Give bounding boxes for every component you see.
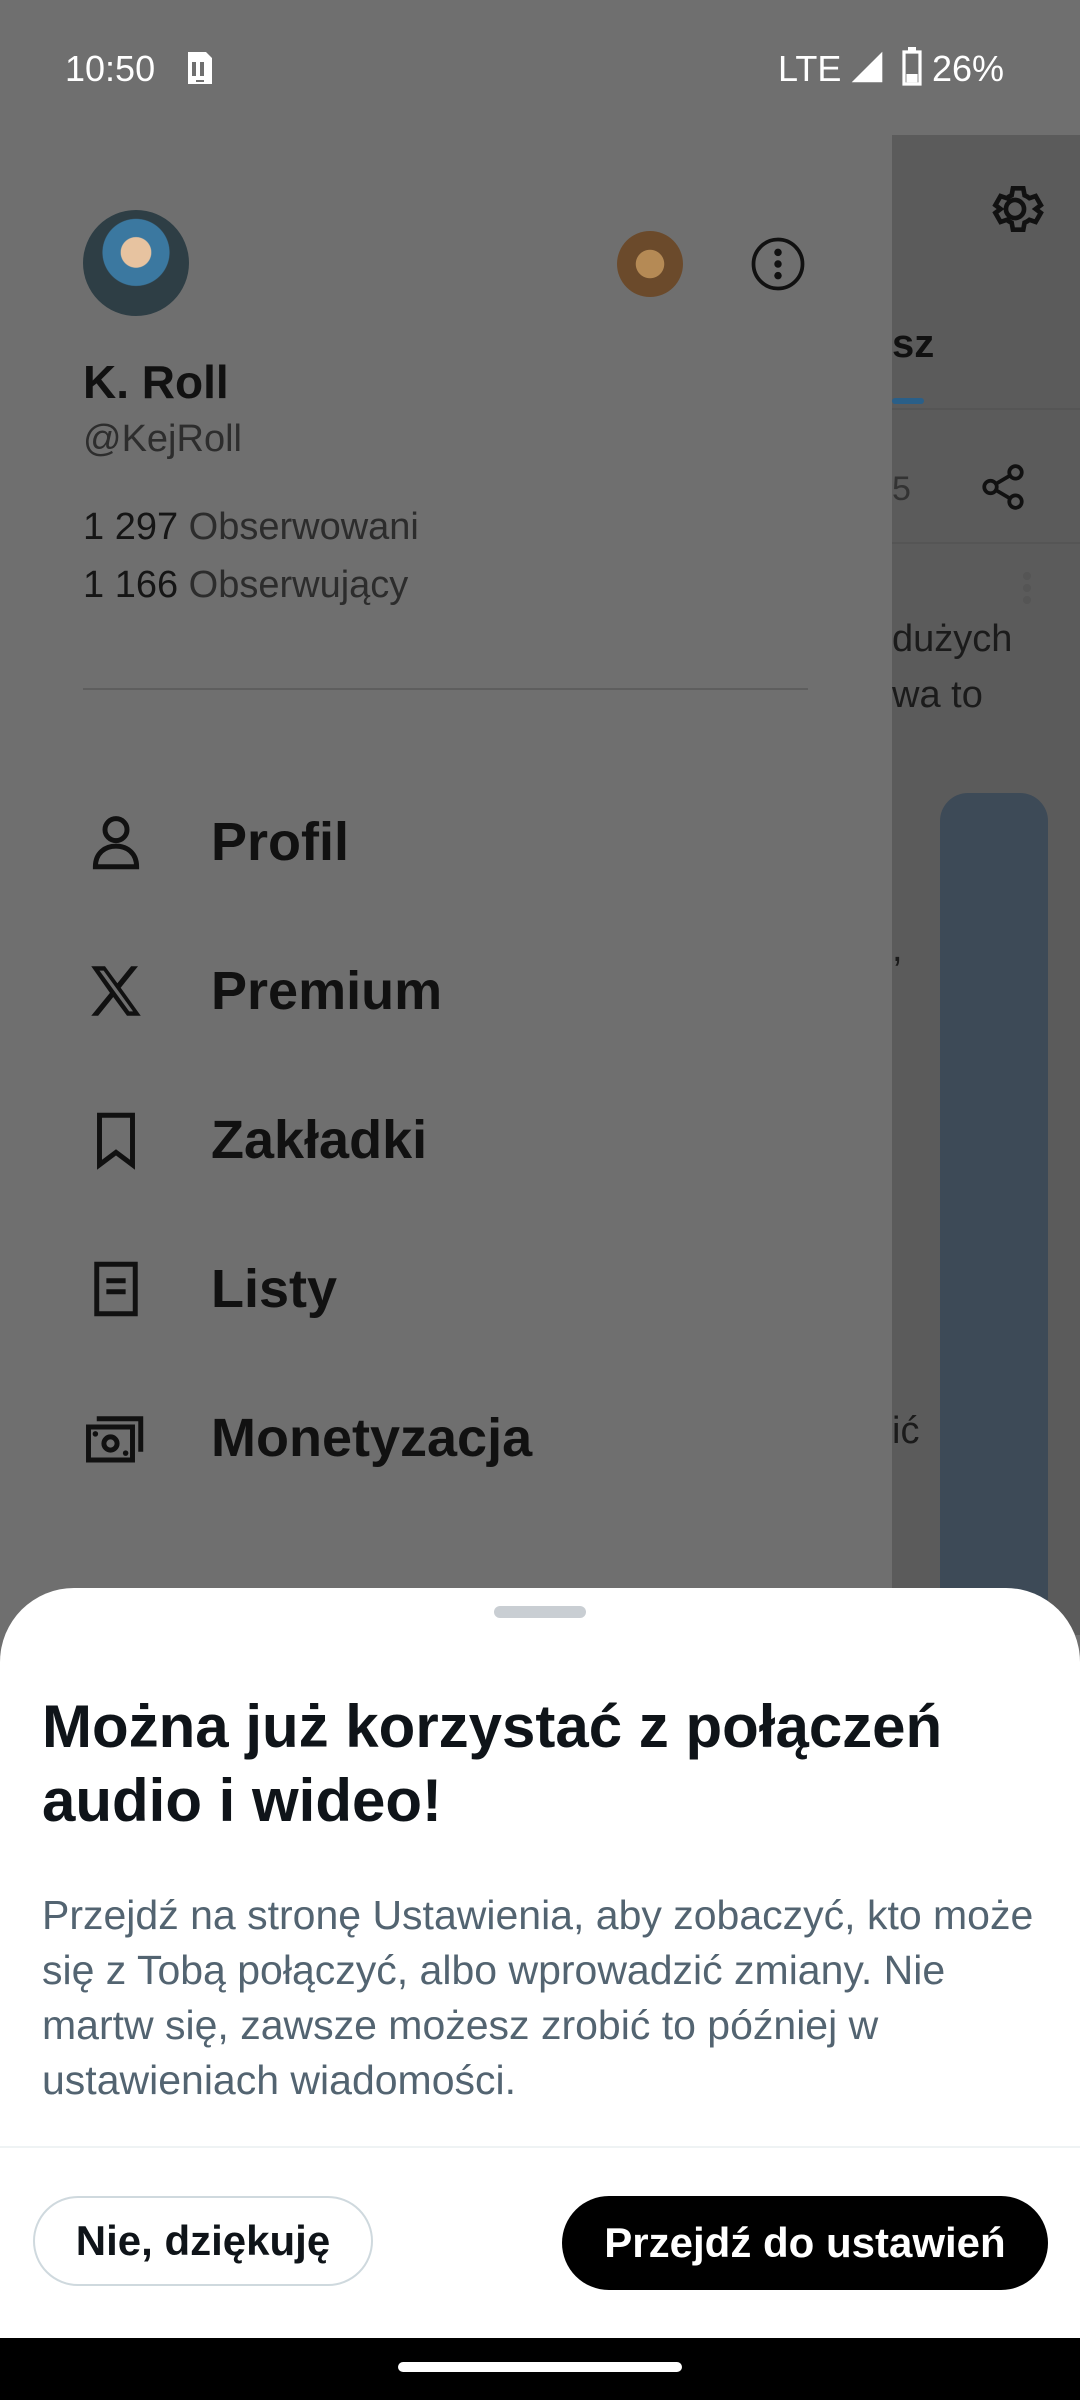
background-divider — [892, 542, 1080, 544]
navigation-drawer: K. Roll @KejRoll 1 297 Obserwowani 1 166… — [0, 135, 892, 1635]
battery-icon — [902, 47, 922, 86]
menu-item-label: Monetyzacja — [211, 1408, 533, 1468]
status-bar: 10:50 LTE 26% — [0, 0, 1080, 135]
menu-item-label: Listy — [211, 1259, 338, 1319]
home-gesture-handle[interactable] — [398, 2362, 682, 2372]
network-type: LTE — [778, 48, 842, 89]
menu-item-label: Premium — [211, 961, 443, 1021]
menu-item-label: Zakładki — [211, 1110, 428, 1170]
profile-name[interactable]: K. Roll — [83, 355, 229, 409]
profile-handle: @KejRoll — [83, 418, 242, 460]
person-icon — [92, 816, 140, 870]
system-navigation-bar — [0, 2338, 1080, 2400]
sim-card-icon — [188, 52, 212, 84]
avatar[interactable] — [83, 210, 189, 316]
settings-gear-icon — [992, 186, 1044, 232]
menu-item-profil[interactable]: Profil — [83, 792, 803, 892]
sheet-divider — [0, 2146, 1080, 2148]
background-divider — [892, 408, 1080, 410]
money-icon — [86, 1416, 144, 1463]
drawer-divider — [83, 688, 808, 690]
decline-button[interactable]: Nie, dziękuję — [33, 2196, 373, 2286]
sheet-description: Przejdź na stronę Ustawienia, aby zobacz… — [42, 1892, 1034, 2103]
background-tab-label: sz — [892, 322, 935, 366]
more-options-icon[interactable] — [750, 236, 806, 292]
bookmark-icon — [97, 1112, 135, 1170]
battery-percent: 26% — [932, 48, 1005, 89]
more-vertical-icon — [1023, 572, 1031, 604]
x-logo-icon — [91, 966, 141, 1016]
menu-item-zakladki[interactable]: Zakładki — [83, 1090, 803, 1190]
menu-item-listy[interactable]: Listy — [83, 1239, 803, 1339]
background-text: , — [892, 928, 903, 970]
share-icon — [982, 464, 1024, 510]
background-tab-indicator — [892, 398, 924, 404]
status-time: 10:50 — [65, 48, 156, 89]
followers-count: 1 166 — [83, 564, 179, 606]
list-icon — [94, 1261, 138, 1317]
followers-label: Obserwujący — [188, 564, 409, 606]
following-count: 1 297 — [83, 506, 179, 548]
following-stat[interactable]: 1 297 Obserwowani — [83, 506, 419, 549]
secondary-account-avatar[interactable] — [617, 231, 683, 297]
background-text: dużych — [892, 618, 1013, 660]
bottom-sheet: Można już korzystać z połączeń audio i w… — [0, 1588, 1080, 2338]
menu-item-label: Profil — [211, 812, 350, 872]
menu-item-monetyzacja[interactable]: Monetyzacja — [83, 1388, 803, 1488]
go-to-settings-button[interactable]: Przejdź do ustawień — [562, 2196, 1048, 2290]
signal-icon — [851, 51, 883, 83]
followers-stat[interactable]: 1 166 Obserwujący — [83, 564, 408, 607]
menu-item-premium[interactable]: Premium — [83, 941, 803, 1041]
background-media-card — [940, 793, 1048, 1653]
sheet-drag-handle[interactable] — [494, 1606, 586, 1618]
background-count: 5 — [892, 470, 911, 508]
sheet-title: Można już korzystać z połączeń audio i w… — [42, 1693, 943, 1834]
background-text: ić — [892, 1410, 920, 1452]
background-text: wa to — [892, 674, 983, 716]
following-label: Obserwowani — [188, 506, 419, 548]
